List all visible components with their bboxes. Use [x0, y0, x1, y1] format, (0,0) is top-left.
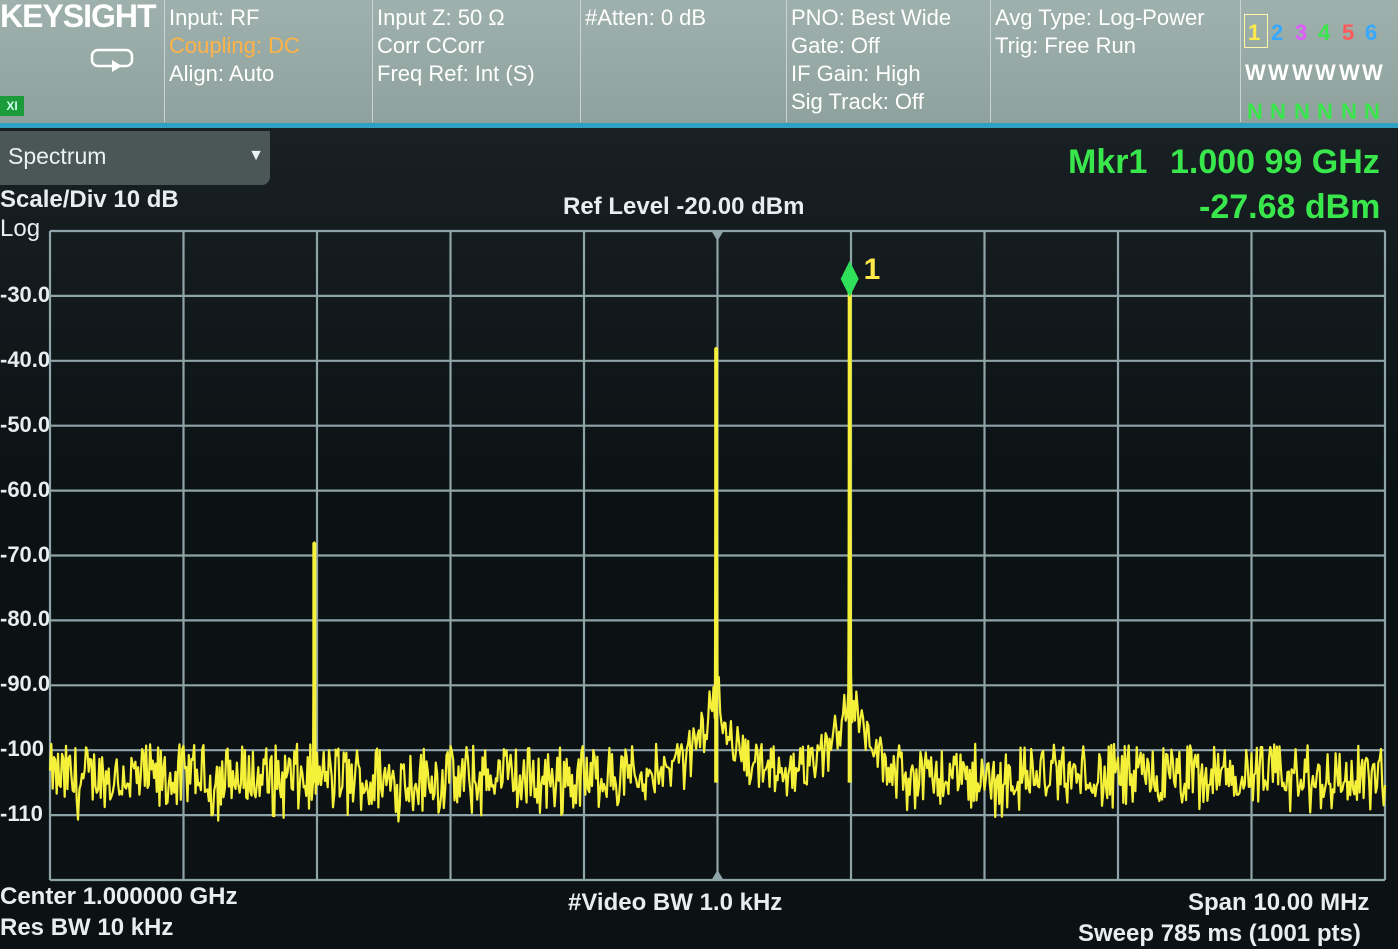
sweep-label: Sweep 785 ms (1001 pts) — [1078, 920, 1361, 947]
center-top-marker — [711, 231, 724, 241]
marker-diamond — [840, 260, 859, 297]
marker-number: 1 — [864, 253, 881, 286]
res-bw-label: Res BW 10 kHz — [0, 914, 174, 941]
video-bw-label: #Video BW 1.0 kHz — [568, 889, 783, 916]
center-bottom-marker — [711, 870, 724, 880]
spectrum-plot[interactable]: 1 — [0, 0, 1398, 949]
span-label: Span 10.00 MHz — [1188, 889, 1370, 916]
center-frequency-label: Center 1.000000 GHz — [0, 883, 238, 910]
